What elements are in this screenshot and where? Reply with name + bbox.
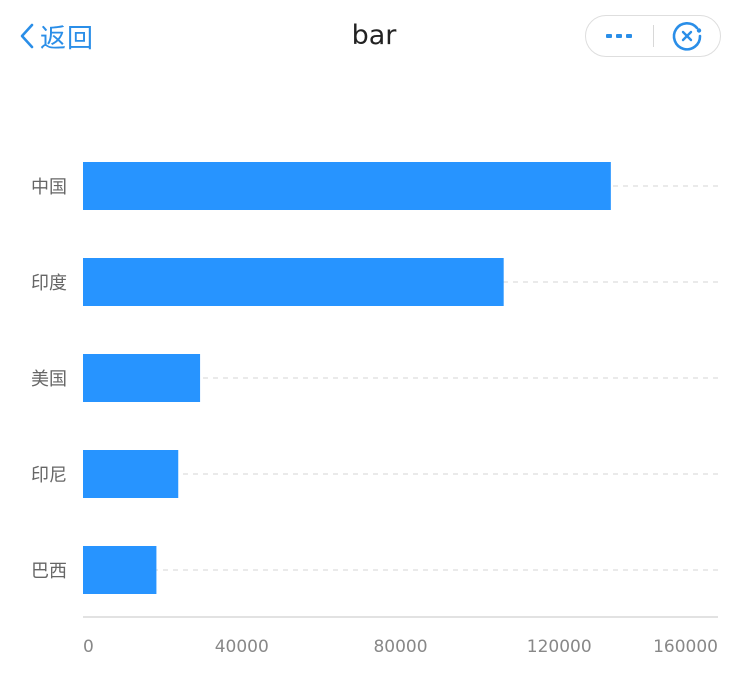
category-label: 巴西 xyxy=(31,561,67,582)
x-tick-label: 0 xyxy=(83,637,94,657)
navigation-bar: 返回 bar xyxy=(0,0,748,72)
bar xyxy=(83,450,179,498)
category-label: 印尼 xyxy=(31,465,67,486)
bar-chart: 中国印度美国印尼巴西 0 40000 80000 120000 160000 xyxy=(31,162,718,657)
x-tick-label: 160000 xyxy=(653,637,718,657)
category-label: 印度 xyxy=(31,273,67,294)
category-label: 美国 xyxy=(31,369,67,390)
x-tick-label: 40000 xyxy=(215,637,269,657)
x-tick-label: 80000 xyxy=(373,637,427,657)
menu-capsule xyxy=(585,15,721,57)
bar xyxy=(83,546,157,594)
bar xyxy=(83,162,611,210)
bar xyxy=(83,258,504,306)
close-button[interactable] xyxy=(654,16,721,56)
category-label: 中国 xyxy=(31,177,67,198)
more-button[interactable] xyxy=(586,16,653,56)
close-circle-icon xyxy=(672,22,702,51)
bar xyxy=(83,354,201,402)
more-dots-icon xyxy=(606,34,633,38)
x-tick-label: 120000 xyxy=(527,637,592,657)
